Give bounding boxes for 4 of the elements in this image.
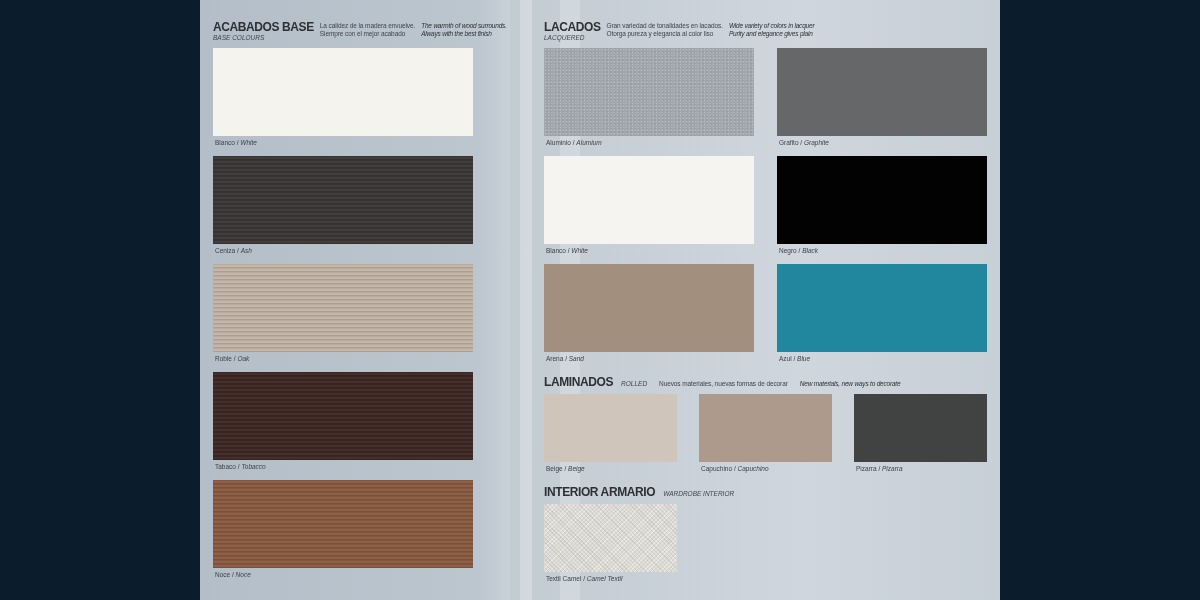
section-title: LAMINADOS bbox=[544, 375, 614, 389]
section-title: INTERIOR ARMARIO bbox=[544, 485, 656, 499]
section-title: LACADOS bbox=[544, 20, 601, 34]
section-title: ACABADOS BASE bbox=[213, 20, 314, 34]
